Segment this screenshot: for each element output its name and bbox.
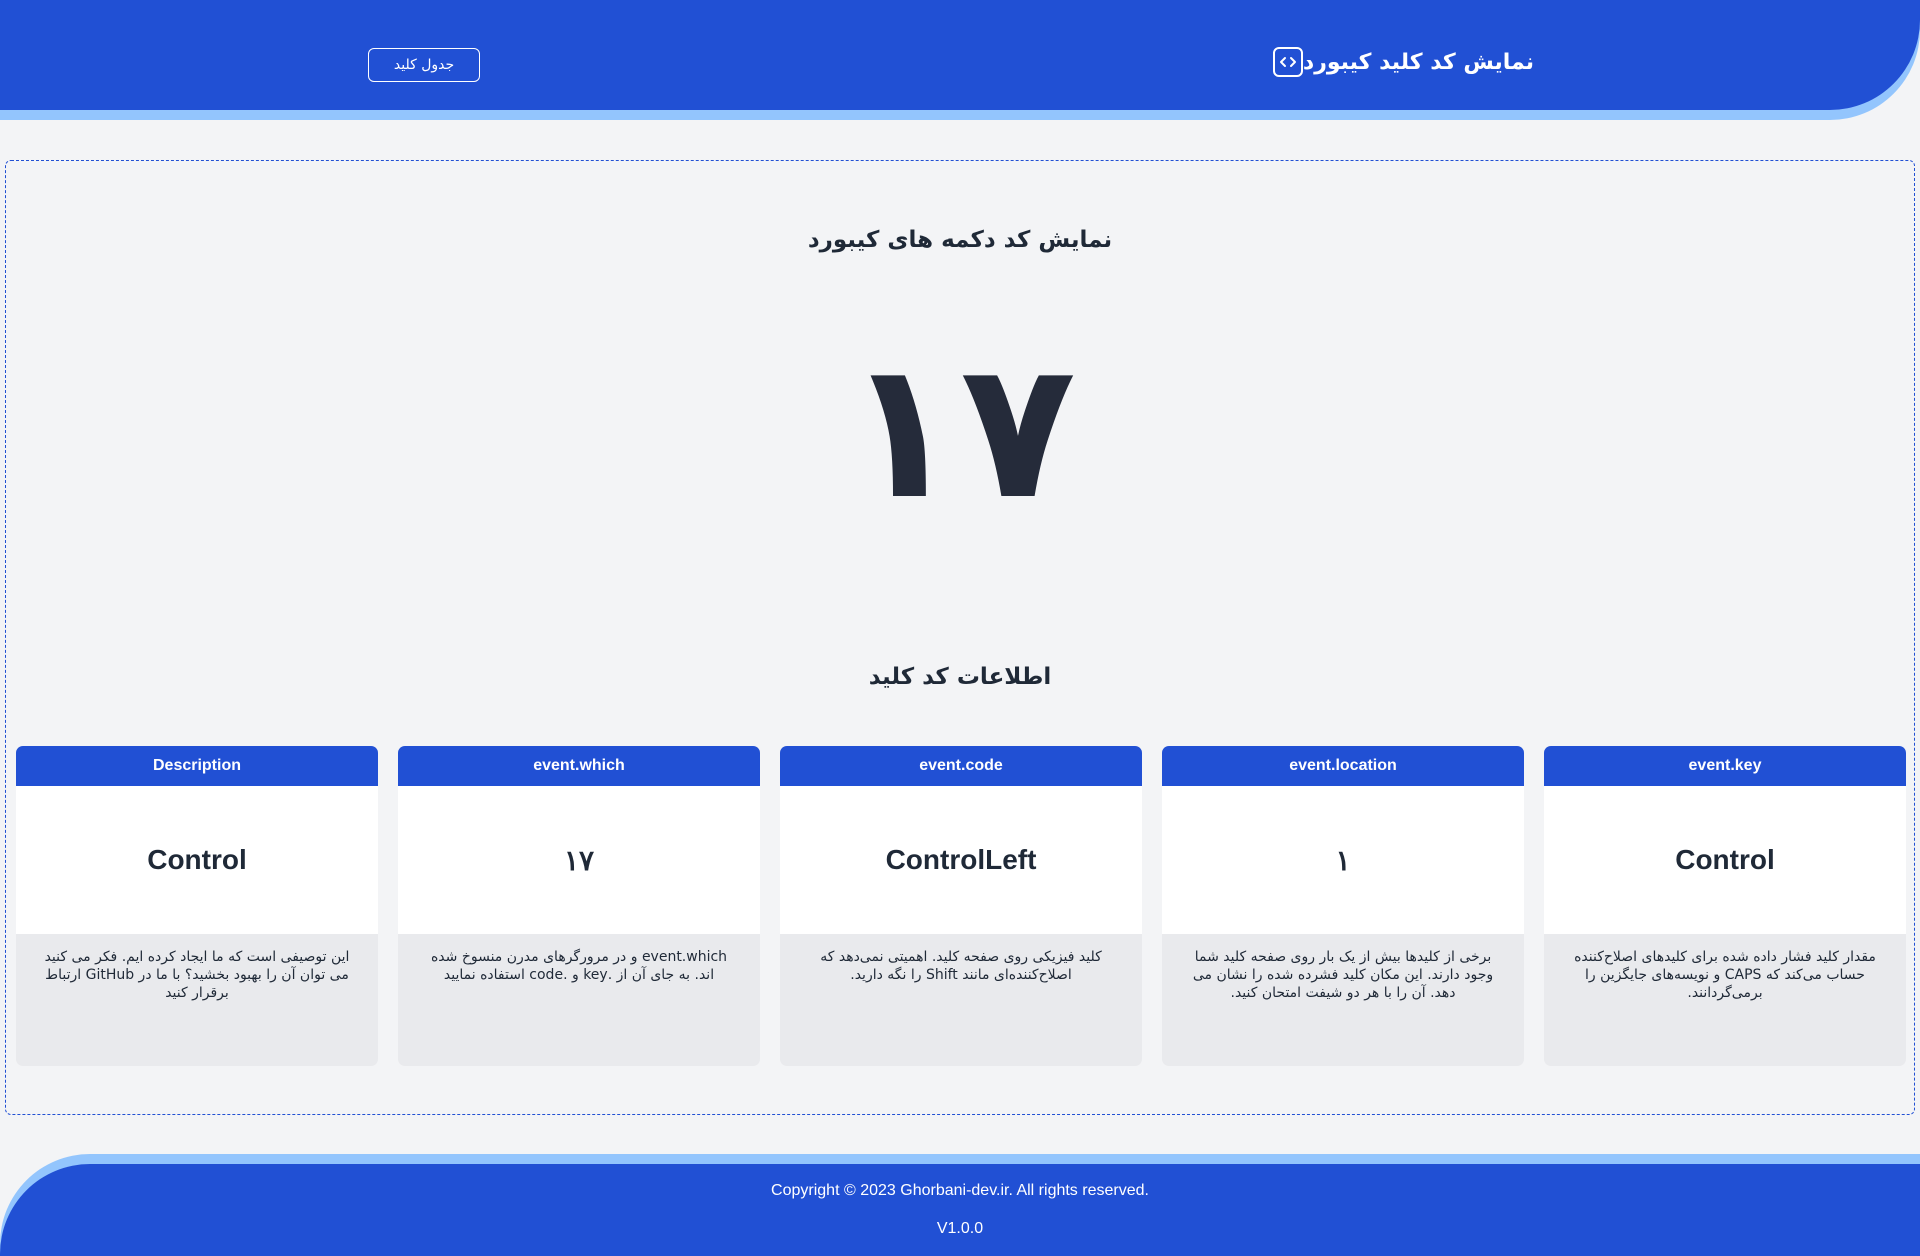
card-header: event.code bbox=[780, 746, 1142, 786]
card-header: event.key bbox=[1544, 746, 1906, 786]
card-description: مقدار کلید فشار داده شده برای کلیدهای اص… bbox=[1574, 949, 1876, 1001]
card-description: برخی از کلیدها بیش از یک بار روی صفحه کل… bbox=[1192, 949, 1494, 1001]
card-description: این توصیفی است که ما ایجاد کرده ایم. فکر… bbox=[44, 949, 350, 1001]
card-value: Control bbox=[1544, 786, 1906, 934]
brand[interactable]: نمایش کد کلید کیبورد bbox=[1272, 47, 1548, 77]
card-value: ۱۷ bbox=[398, 786, 760, 934]
app-title: نمایش کد کلید کیبورد bbox=[1302, 49, 1534, 75]
card-value: Control bbox=[16, 786, 378, 934]
code-icon bbox=[1272, 47, 1303, 77]
card-value: ControlLeft bbox=[780, 786, 1142, 934]
copyright-text: Copyright © 2023 Ghorbani-dev.ir. All ri… bbox=[771, 1182, 1149, 1199]
version-text: V1.0.0 bbox=[936, 1220, 984, 1237]
main-panel: نمایش کد دکمه های کیبورد ۱۷ اطلاعات کد ک… bbox=[5, 160, 1915, 1115]
card-description: کلید فیزیکی روی صفحه کلید. اهمیتی نمی‌ده… bbox=[820, 949, 1102, 983]
card-header: Description bbox=[16, 746, 378, 786]
info-title: اطلاعات کد کلید bbox=[868, 664, 1052, 690]
card-description-info: Description Control این توصیفی است که ما… bbox=[16, 746, 378, 1066]
key-code-display: ۱۷ bbox=[844, 320, 1076, 541]
card-value: ۱ bbox=[1162, 786, 1524, 934]
footer bbox=[0, 1164, 1920, 1256]
card-event-key: event.key Control مقدار کلید فشار داده ش… bbox=[1544, 746, 1906, 1066]
card-description: event.which و در مرورگرهای مدرن منسوخ شد… bbox=[430, 949, 728, 983]
key-info-cards: event.key Control مقدار کلید فشار داده ش… bbox=[16, 746, 1906, 1066]
page-title: نمایش کد دکمه های کیبورد bbox=[807, 227, 1113, 253]
card-event-code: event.code ControlLeft کلید فیزیکی روی ص… bbox=[780, 746, 1142, 1066]
card-header: event.which bbox=[398, 746, 760, 786]
key-table-button[interactable]: جدول کلید bbox=[368, 48, 480, 82]
card-event-location: event.location ۱ برخی از کلیدها بیش از ی… bbox=[1162, 746, 1524, 1066]
card-event-which: event.which ۱۷ event.which و در مرورگرها… bbox=[398, 746, 760, 1066]
top-header: نمایش کد کلید کیبورد جدول کلید bbox=[0, 0, 1920, 110]
card-header: event.location bbox=[1162, 746, 1524, 786]
